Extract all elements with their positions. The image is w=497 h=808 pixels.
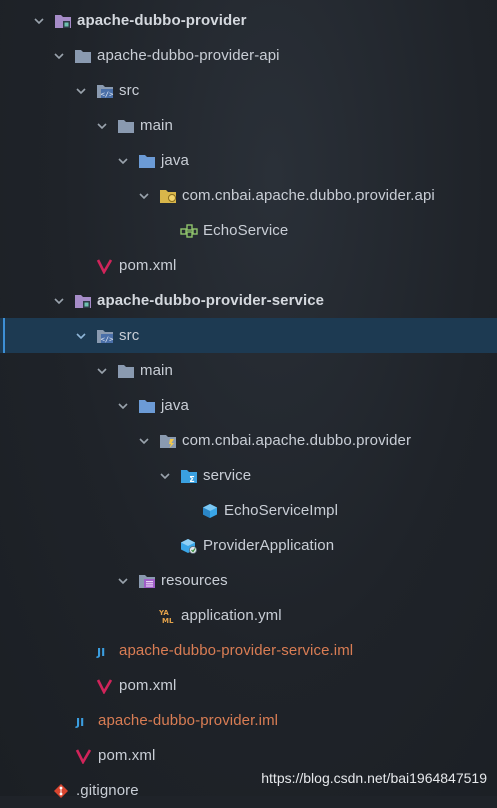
tree-row-service-package[interactable]: com.cnbai.apache.dubbo.provider [0,423,497,458]
chevron-down-icon[interactable] [52,294,66,308]
class-cube-icon [201,502,219,520]
tree-label: src [119,327,140,344]
tree-row-api-package[interactable]: com.cnbai.apache.dubbo.provider.api [0,178,497,213]
tree-row-echo-service-impl[interactable]: EchoServiceImpl [0,493,497,528]
chevron-down-icon[interactable] [74,329,88,343]
interface-icon [180,222,198,240]
tree-label: pom.xml [98,747,156,764]
svg-text:JI: JI [96,646,105,659]
tree-label: main [140,117,173,134]
tree-label: java [161,397,189,414]
svg-text:JI: JI [75,716,84,729]
project-tree: apache-dubbo-provider apache-dubbo-provi… [0,0,497,799]
spring-package-folder-icon [159,432,177,450]
tree-row-resources[interactable]: resources [0,563,497,598]
tree-row-provider-application[interactable]: ProviderApplication [0,528,497,563]
svg-text:Σ: Σ [189,475,194,484]
tree-label: pom.xml [119,257,177,274]
intellij-module-file-icon: JI [75,712,93,730]
source-root-folder-icon: </> [96,327,114,345]
chevron-down-icon[interactable] [137,434,151,448]
tree-label: EchoServiceImpl [224,502,339,519]
tree-row-service-folder[interactable]: Σ service [0,458,497,493]
tree-label: .gitignore [76,782,139,799]
tree-label: apache-dubbo-provider [77,12,247,29]
svg-text:YA: YA [158,609,169,617]
tree-row-api-module[interactable]: apache-dubbo-provider-api [0,38,497,73]
svg-text:</>: </> [101,335,114,343]
tree-row-api-src[interactable]: </> src [0,73,497,108]
tree-label: com.cnbai.apache.dubbo.provider.api [182,187,435,204]
tree-row-service-main[interactable]: main [0,353,497,388]
tree-row-echo-service[interactable]: EchoService [0,213,497,248]
chevron-down-icon[interactable] [95,364,109,378]
package-folder-icon [159,187,177,205]
chevron-down-icon[interactable] [158,469,172,483]
tree-label: apache-dubbo-provider-service [97,292,325,309]
chevron-down-icon[interactable] [74,84,88,98]
maven-icon [96,677,114,695]
tree-row-application-yml[interactable]: YA ML application.yml [0,598,497,633]
tree-label: EchoService [203,222,289,239]
source-folder-icon [138,152,156,170]
chevron-down-icon[interactable] [116,574,130,588]
resources-folder-icon [138,572,156,590]
tree-label: src [119,82,140,99]
tree-label: ProviderApplication [203,537,335,554]
folder-icon [74,47,92,65]
source-folder-icon [138,397,156,415]
tree-row-root-iml[interactable]: JI apache-dubbo-provider.iml [0,703,497,738]
chevron-down-icon[interactable] [116,154,130,168]
chevron-down-icon[interactable] [32,14,46,28]
watermark: https://blog.csdn.net/bai1964847519 [261,770,487,786]
tree-label: pom.xml [119,677,177,694]
svg-text:ML: ML [162,617,174,624]
tree-row-root-module[interactable]: apache-dubbo-provider [0,3,497,38]
chevron-down-icon[interactable] [52,49,66,63]
tree-label: resources [161,572,228,589]
tree-row-api-pom[interactable]: pom.xml [0,248,497,283]
tree-row-service-pom[interactable]: pom.xml [0,668,497,703]
tree-label: apache-dubbo-provider-service.iml [119,642,354,659]
tree-row-service-java[interactable]: java [0,388,497,423]
folder-icon [117,117,135,135]
tree-label: apache-dubbo-provider.iml [98,712,279,729]
tree-label: application.yml [181,607,282,624]
yaml-file-icon: YA ML [158,607,176,625]
chevron-down-icon[interactable] [95,119,109,133]
tree-label: com.cnbai.apache.dubbo.provider [182,432,412,449]
chevron-down-icon[interactable] [137,189,151,203]
module-folder-icon [54,12,72,30]
source-root-folder-icon: </> [96,82,114,100]
tree-label: service [203,467,252,484]
tree-label: apache-dubbo-provider-api [97,47,280,64]
tree-row-api-java[interactable]: java [0,143,497,178]
folder-icon [117,362,135,380]
intellij-module-file-icon: JI [96,642,114,660]
tree-row-service-iml[interactable]: JI apache-dubbo-provider-service.iml [0,633,497,668]
maven-icon [75,747,93,765]
svg-text:</>: </> [101,90,114,98]
tree-label: java [161,152,189,169]
maven-icon [96,257,114,275]
tree-row-api-main[interactable]: main [0,108,497,143]
tree-row-root-pom[interactable]: pom.xml [0,738,497,773]
module-folder-icon [74,292,92,310]
git-file-icon [53,782,71,800]
chevron-down-icon[interactable] [116,399,130,413]
tree-label: main [140,362,173,379]
service-folder-icon: Σ [180,467,198,485]
tree-row-service-src[interactable]: </> src [0,318,497,353]
tree-row-service-module[interactable]: apache-dubbo-provider-service [0,283,497,318]
spring-boot-class-icon [180,537,198,555]
